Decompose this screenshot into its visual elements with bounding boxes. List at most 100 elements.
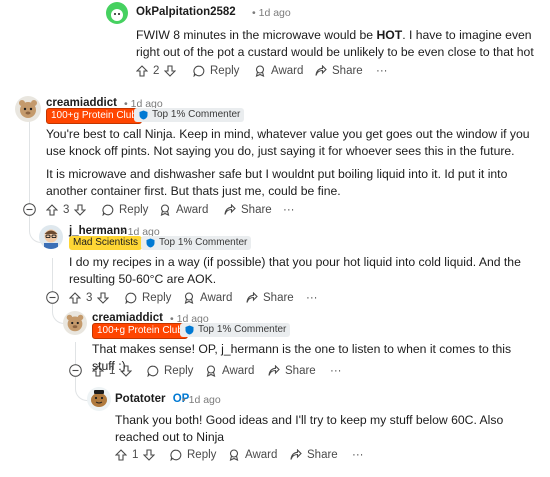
- shield-icon: [139, 110, 148, 120]
- collapse-thread-icon[interactable]: [23, 203, 36, 216]
- comment-body: Thank you both! Good ideas and I'll try …: [115, 413, 504, 444]
- award-label: Award: [271, 65, 304, 77]
- timestamp: • 1d ago: [252, 7, 291, 19]
- comment-icon: [102, 204, 114, 216]
- downvote-icon[interactable]: [74, 204, 87, 216]
- more-options-button[interactable]: ···: [352, 446, 364, 464]
- more-options-button[interactable]: ···: [283, 201, 295, 219]
- username[interactable]: OkPalpitation2582: [136, 6, 236, 18]
- top-commenter-badge: Top 1% Commenter: [134, 108, 245, 122]
- award-button[interactable]: Award: [205, 362, 254, 380]
- comment-icon: [193, 65, 205, 77]
- time: 1d ago: [258, 7, 291, 19]
- collapse-thread-icon[interactable]: [46, 291, 59, 304]
- award-button[interactable]: Award: [183, 289, 232, 307]
- vote-group: 1: [92, 362, 133, 380]
- downvote-icon[interactable]: [164, 65, 177, 77]
- upvote-icon[interactable]: [115, 449, 127, 461]
- award-button[interactable]: Award: [159, 201, 208, 219]
- share-button[interactable]: Share: [224, 201, 272, 219]
- award-button[interactable]: Award: [254, 62, 303, 80]
- downvote-icon[interactable]: [143, 449, 156, 461]
- badge-label: Top 1% Commenter: [198, 324, 287, 335]
- badge-label: Top 1% Commenter: [152, 109, 241, 120]
- vote-group: 3: [46, 201, 87, 219]
- reply-label: Reply: [164, 365, 194, 377]
- separator: •: [252, 7, 256, 19]
- award-label: Award: [222, 365, 255, 377]
- reply-button[interactable]: Reply: [125, 289, 171, 307]
- reply-label: Reply: [210, 65, 240, 77]
- separator: •: [182, 394, 186, 406]
- award-label: Award: [245, 449, 278, 461]
- more-options-button[interactable]: ···: [330, 362, 342, 380]
- avatar[interactable]: [39, 225, 63, 249]
- award-button[interactable]: Award: [228, 446, 277, 464]
- shield-icon: [185, 325, 194, 335]
- share-label: Share: [307, 449, 338, 461]
- comment-body: FWIW 8 minutes in the microwave would be…: [136, 27, 536, 61]
- share-icon: [246, 292, 258, 303]
- vote-count: 3: [63, 204, 70, 216]
- share-button[interactable]: Share: [290, 446, 338, 464]
- timestamp: • 1d ago: [182, 394, 221, 406]
- share-icon: [290, 449, 302, 460]
- share-button[interactable]: Share: [315, 62, 363, 80]
- badge-label: Top 1% Commenter: [159, 237, 248, 248]
- share-icon: [268, 365, 280, 376]
- reply-button[interactable]: Reply: [193, 62, 239, 80]
- comment-body: You're best to call Ninja. Keep in mind,…: [46, 126, 538, 160]
- downvote-icon[interactable]: [97, 292, 110, 304]
- user-flair: Mad Scientists: [69, 236, 143, 250]
- upvote-icon[interactable]: [69, 292, 81, 304]
- award-icon: [229, 449, 239, 461]
- share-button[interactable]: Share: [268, 362, 316, 380]
- share-icon: [315, 65, 327, 76]
- share-button[interactable]: Share: [246, 289, 294, 307]
- downvote-icon[interactable]: [120, 365, 133, 377]
- comment-icon: [125, 292, 137, 304]
- avatar[interactable]: [106, 2, 128, 24]
- reply-button[interactable]: Reply: [170, 446, 216, 464]
- time: 1d ago: [188, 394, 221, 406]
- comment-icon: [147, 365, 159, 377]
- avatar[interactable]: [63, 311, 87, 335]
- avatar[interactable]: [87, 387, 111, 411]
- username[interactable]: Potatoter OP: [115, 393, 189, 405]
- comment-body: I do my recipes in a way (if possible) t…: [69, 255, 521, 286]
- comment-paragraph: It is microwave and dishwasher safe but …: [46, 167, 508, 198]
- vote-group: 2: [136, 62, 177, 80]
- award-icon: [255, 65, 265, 77]
- body-text: FWIW 8 minutes in the microwave would be: [136, 28, 377, 42]
- share-label: Share: [241, 204, 272, 216]
- vote-count: 1: [109, 365, 116, 377]
- share-label: Share: [285, 365, 316, 377]
- top-commenter-badge: Top 1% Commenter: [141, 236, 252, 250]
- body-bold: HOT: [376, 28, 403, 42]
- upvote-icon[interactable]: [46, 204, 58, 216]
- reply-label: Reply: [142, 292, 172, 304]
- user-flair: 100+g Protein Club: [92, 323, 188, 339]
- award-label: Award: [200, 292, 233, 304]
- award-icon: [184, 292, 194, 304]
- reply-button[interactable]: Reply: [147, 362, 193, 380]
- comment-body: It is microwave and dishwasher safe but …: [46, 166, 538, 200]
- vote-count: 1: [132, 449, 139, 461]
- username-text: Potatoter: [115, 393, 166, 405]
- more-options-button[interactable]: ···: [376, 62, 388, 80]
- vote-count: 3: [86, 292, 93, 304]
- reply-button[interactable]: Reply: [102, 201, 148, 219]
- collapse-thread-icon[interactable]: [69, 364, 82, 377]
- award-icon: [206, 365, 216, 377]
- share-label: Share: [263, 292, 294, 304]
- upvote-icon[interactable]: [92, 365, 104, 377]
- comment-icon: [170, 449, 182, 461]
- reply-label: Reply: [187, 449, 217, 461]
- comment-paragraph: You're best to call Ninja. Keep in mind,…: [46, 127, 530, 158]
- more-options-button[interactable]: ···: [306, 289, 318, 307]
- share-label: Share: [332, 65, 363, 77]
- avatar[interactable]: [15, 96, 41, 122]
- vote-group: 3: [69, 289, 110, 307]
- upvote-icon[interactable]: [136, 65, 148, 77]
- award-icon: [160, 204, 170, 216]
